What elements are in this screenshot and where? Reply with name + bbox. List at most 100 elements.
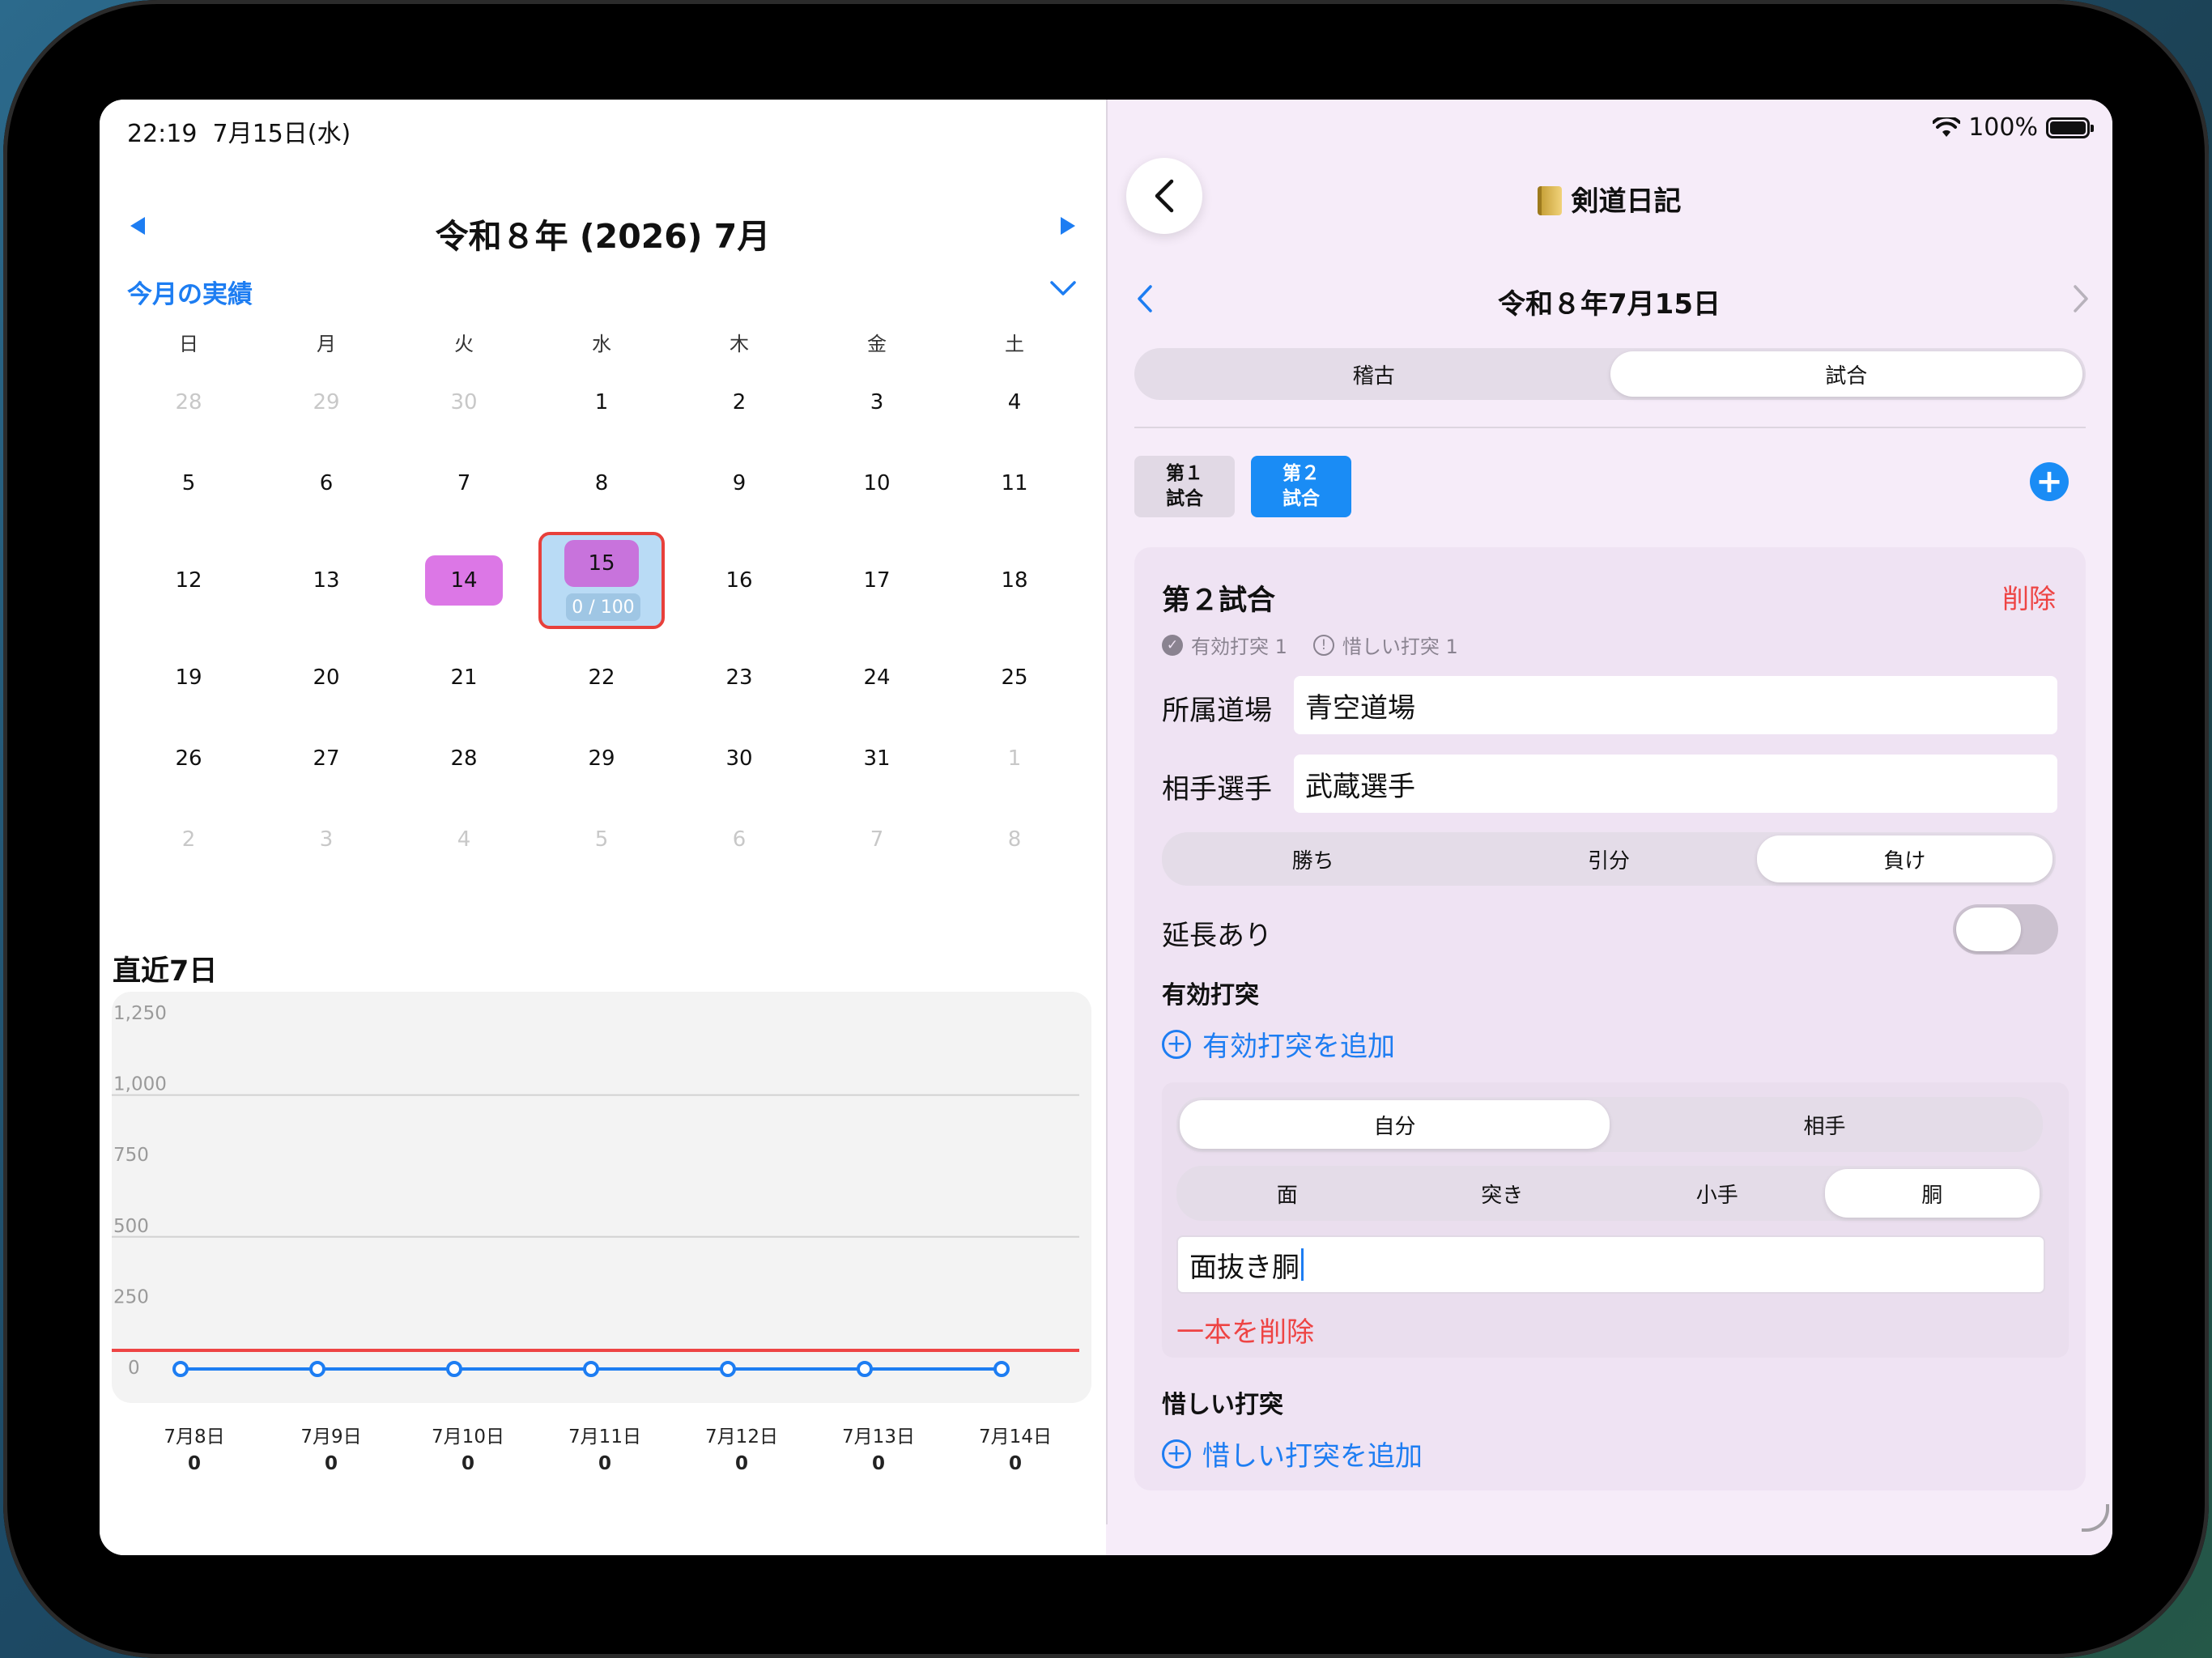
calendar-day[interactable]: 3 — [257, 799, 395, 880]
day-number: 17 — [863, 568, 891, 593]
result-option-3[interactable]: 負け — [1756, 835, 2052, 882]
calendar-day[interactable]: 4 — [946, 362, 1083, 443]
calendar-day[interactable]: 1 — [533, 362, 670, 443]
day-number: 5 — [594, 827, 609, 852]
data-point[interactable] — [309, 1361, 325, 1377]
mode-tab-1[interactable]: 稽古 — [1138, 351, 1610, 397]
day-number: 29 — [313, 390, 340, 414]
calendar-day[interactable]: 10 — [808, 443, 946, 524]
add-regret-label: 惜しい打突を追加 — [1202, 1440, 1423, 1473]
result-option-1[interactable]: 勝ち — [1165, 835, 1461, 882]
calendar-day[interactable]: 27 — [257, 718, 395, 799]
header-divider — [1134, 427, 2086, 428]
calendar-day[interactable]: 5 — [533, 799, 670, 880]
calendar-day[interactable]: 1 — [946, 718, 1083, 799]
extension-toggle[interactable] — [1953, 904, 2058, 954]
x-tick-label: 7月11日 0 — [544, 1421, 666, 1474]
calendar-day[interactable]: 29 — [533, 718, 670, 799]
calendar-day[interactable]: 16 — [670, 524, 808, 637]
game-tab-2-line1: 第２ — [1283, 462, 1320, 484]
calendar-day[interactable]: 12 — [120, 524, 257, 637]
calendar-day[interactable]: 28 — [120, 362, 257, 443]
calendar-week: 19 20 21 22 23 24 25 — [120, 637, 1083, 718]
target-option-1[interactable]: 面 — [1180, 1169, 1395, 1218]
next-month-icon[interactable] — [1057, 215, 1078, 243]
calendar-day[interactable]: 6 — [670, 799, 808, 880]
calendar-day[interactable]: 6 — [257, 443, 395, 524]
calendar-grid: 日月火水木金土 28 29 30 1 2 3 4 5 6 7 8 9 10 11 12 13 14 15 0 / 1… — [120, 321, 1083, 880]
calendar-day[interactable]: 23 — [670, 637, 808, 718]
data-point[interactable] — [720, 1361, 736, 1377]
target-option-4[interactable]: 胴 — [1824, 1169, 2040, 1218]
data-point[interactable] — [583, 1361, 599, 1377]
calendar-day[interactable]: 11 — [946, 443, 1083, 524]
calendar-day[interactable]: 28 — [395, 718, 533, 799]
delete-ippon-button[interactable]: 一本を削除 — [1176, 1310, 1314, 1350]
wifi-icon — [1933, 117, 1961, 137]
x-tick-label: 7月12日 0 — [681, 1421, 802, 1474]
result-option-2[interactable]: 引分 — [1461, 835, 1756, 882]
monthly-summary-link[interactable]: 今月の実績 — [127, 274, 253, 310]
calendar-day[interactable]: 25 — [946, 637, 1083, 718]
calendar-day[interactable]: 17 — [808, 524, 946, 637]
next-day-icon[interactable] — [2072, 284, 2090, 317]
data-point[interactable] — [993, 1361, 1010, 1377]
add-game-button[interactable]: + — [2030, 462, 2069, 501]
calendar-day[interactable]: 15 0 / 100 — [533, 524, 670, 637]
calendar-day[interactable]: 14 — [395, 524, 533, 637]
calendar-day[interactable]: 8 — [946, 799, 1083, 880]
calendar-day[interactable]: 30 — [395, 362, 533, 443]
calendar-day[interactable]: 3 — [808, 362, 946, 443]
calendar-day[interactable]: 20 — [257, 637, 395, 718]
calendar-day[interactable]: 7 — [395, 443, 533, 524]
calendar-day[interactable]: 19 — [120, 637, 257, 718]
calendar-day[interactable]: 31 — [808, 718, 946, 799]
calendar-day[interactable]: 29 — [257, 362, 395, 443]
x-value-label: 0 — [871, 1453, 885, 1474]
day-number: 22 — [588, 665, 615, 690]
add-valid-strike-button[interactable]: + 有効打突を追加 — [1162, 1024, 1395, 1064]
calendar-day[interactable]: 13 — [257, 524, 395, 637]
opponent-field[interactable]: 武蔵選手 — [1294, 755, 2057, 813]
side-option-2[interactable]: 相手 — [1610, 1100, 2040, 1149]
y-tick-label: 0 — [128, 1358, 140, 1379]
side-option-1[interactable]: 自分 — [1180, 1100, 1610, 1149]
calendar-day[interactable]: 2 — [120, 799, 257, 880]
today-cell[interactable]: 15 0 / 100 — [538, 532, 665, 629]
calendar-day[interactable]: 2 — [670, 362, 808, 443]
day-number: 4 — [457, 827, 471, 852]
mode-tab-2[interactable]: 試合 — [1610, 351, 2082, 397]
data-point[interactable] — [172, 1361, 189, 1377]
calendar-day[interactable]: 8 — [533, 443, 670, 524]
delete-game-button[interactable]: 削除 — [2002, 577, 2056, 616]
game-tab-2[interactable]: 第２ 試合 — [1251, 456, 1351, 517]
info-icon: ! — [1312, 634, 1334, 656]
y-tick-label: 1,250 — [113, 1003, 167, 1024]
calendar-day[interactable]: 22 — [533, 637, 670, 718]
calendar-day[interactable]: 24 — [808, 637, 946, 718]
data-point[interactable] — [446, 1361, 462, 1377]
technique-field[interactable]: 面抜き胴 — [1176, 1235, 2045, 1294]
target-option-2[interactable]: 突き — [1395, 1169, 1610, 1218]
calendar-day[interactable]: 21 — [395, 637, 533, 718]
add-regret-strike-button[interactable]: + 惜しい打突を追加 — [1162, 1434, 1423, 1473]
weekday-label: 土 — [1005, 332, 1024, 355]
calendar-day[interactable]: 26 — [120, 718, 257, 799]
target-option-3[interactable]: 小手 — [1610, 1169, 1825, 1218]
side-segmented-control: 自分 相手 — [1176, 1097, 2043, 1152]
data-point[interactable] — [857, 1361, 873, 1377]
day-number: 28 — [175, 390, 202, 414]
day-number: 4 — [1007, 390, 1022, 414]
day-number: 26 — [175, 746, 202, 771]
game-title: 第２試合 — [1162, 585, 1276, 617]
calendar-day[interactable]: 4 — [395, 799, 533, 880]
y-tick-label: 500 — [113, 1216, 149, 1237]
calendar-day[interactable]: 7 — [808, 799, 946, 880]
calendar-day[interactable]: 5 — [120, 443, 257, 524]
calendar-day[interactable]: 9 — [670, 443, 808, 524]
dojo-field[interactable]: 青空道場 — [1294, 676, 2057, 734]
chevron-down-icon[interactable] — [1049, 279, 1076, 304]
calendar-day[interactable]: 18 — [946, 524, 1083, 637]
calendar-day[interactable]: 30 — [670, 718, 808, 799]
game-tab-1[interactable]: 第１ 試合 — [1134, 456, 1235, 517]
